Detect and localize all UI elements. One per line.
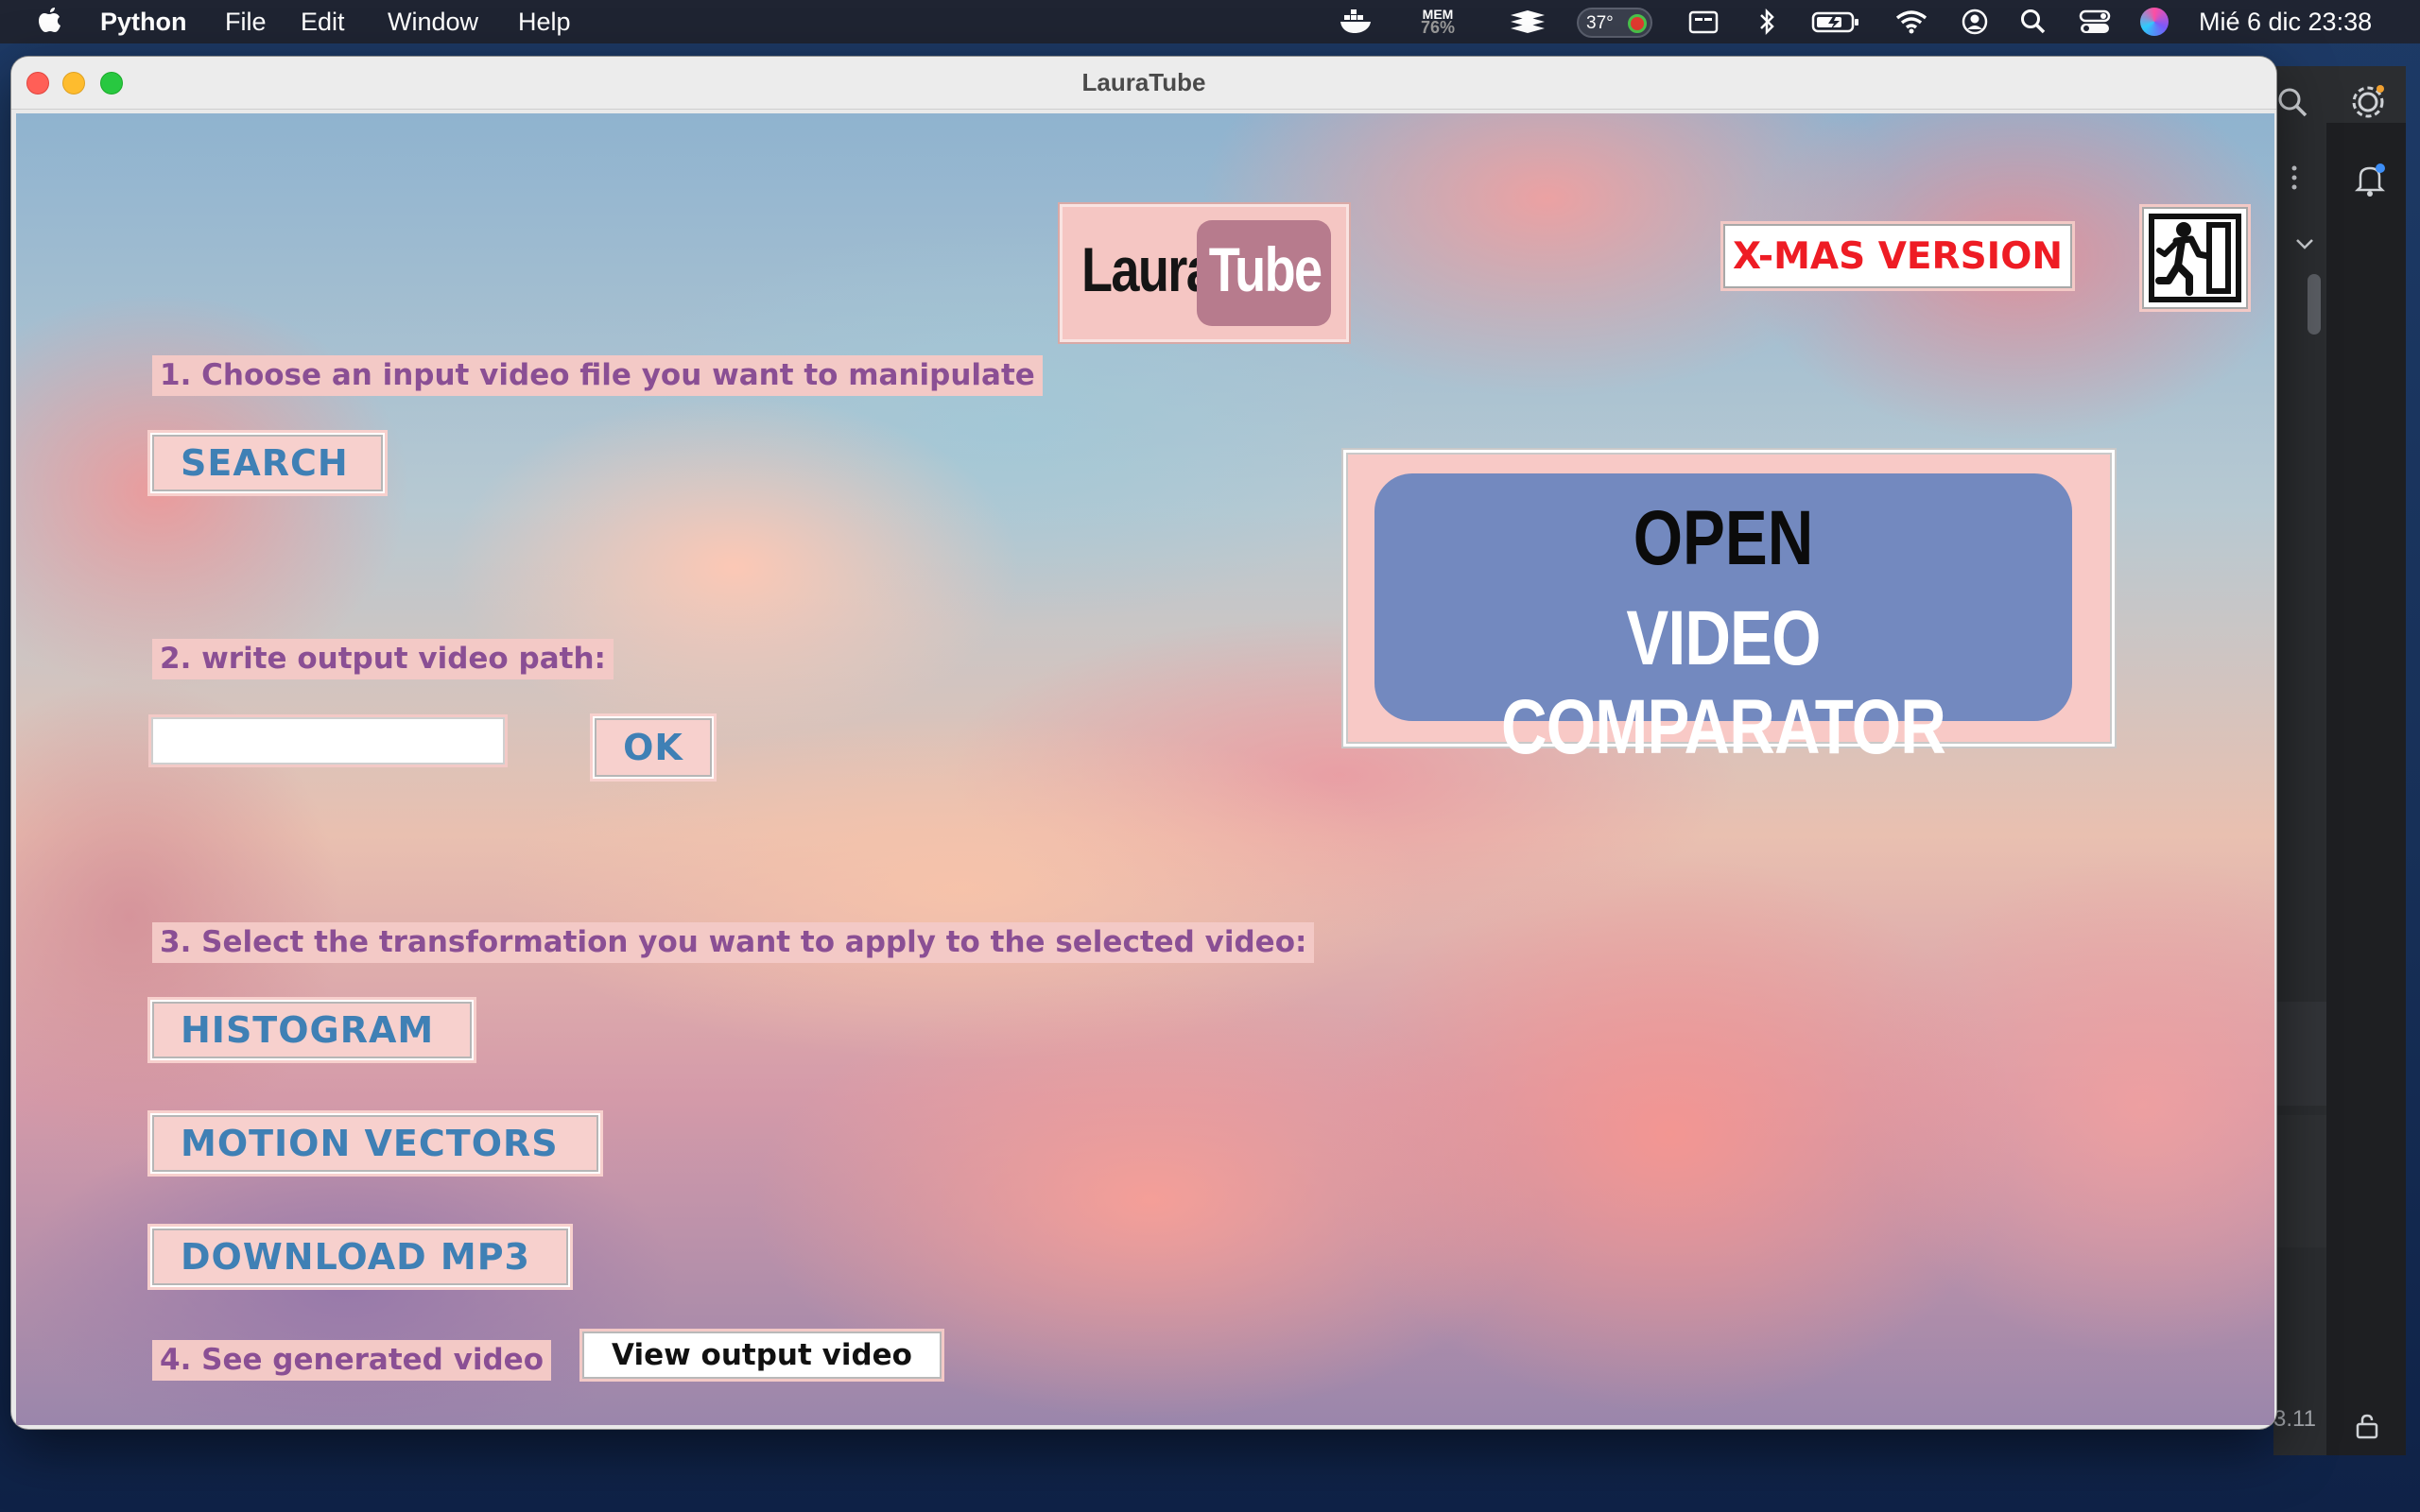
background-ide-window: 3.11 xyxy=(2273,66,2406,1455)
ide-scrollbar[interactable] xyxy=(2308,274,2321,335)
xmas-version-button[interactable]: X-MAS VERSION xyxy=(1720,221,2075,291)
search-button[interactable]: SEARCH xyxy=(147,430,388,496)
download-mp3-button[interactable]: DOWNLOAD MP3 xyxy=(147,1224,573,1290)
open-video-comparator-button[interactable]: OPEN VIDEO COMPARATOR xyxy=(1343,450,2115,770)
siri-icon[interactable] xyxy=(2140,8,2169,36)
settings-gear-icon[interactable] xyxy=(2349,83,2387,121)
wifi-icon[interactable] xyxy=(1894,8,1928,36)
window-title: LauraTube xyxy=(1081,68,1206,96)
logo-text-tube: Tube xyxy=(1208,234,1322,304)
temperature-value: 37° xyxy=(1586,13,1614,33)
ide-panel-band xyxy=(2273,1002,2326,1106)
chevron-down-icon[interactable] xyxy=(2294,236,2315,251)
step3-label: 3. Select the transformation you want to… xyxy=(152,922,1315,963)
spotlight-search-icon[interactable] xyxy=(2019,8,2048,36)
apple-icon[interactable] xyxy=(34,6,64,38)
motion-vectors-button[interactable]: MOTION VECTORS xyxy=(147,1110,603,1177)
app-canvas: Laura Tube X-MAS VERSION 1. Choose an in… xyxy=(16,113,2274,1425)
step1-label: 1. Choose an input video file you want t… xyxy=(152,355,1043,396)
menu-clock[interactable]: Mié 6 dic 23:38 xyxy=(2199,8,2372,37)
user-account-icon[interactable] xyxy=(1961,8,1989,36)
notifications-bell-icon[interactable] xyxy=(2353,161,2387,198)
output-path-input[interactable] xyxy=(148,714,508,767)
docker-icon[interactable] xyxy=(1339,8,1374,36)
view-output-video-button[interactable]: View output video xyxy=(579,1329,944,1382)
comparator-line-open: OPEN xyxy=(1633,495,1814,581)
memory-value: 76% xyxy=(1420,18,1456,37)
comparator-button-face: OPEN VIDEO COMPARATOR xyxy=(1374,473,2072,770)
app-window: LauraTube Laura Tube X-MAS VERSION 1. Ch… xyxy=(11,57,2276,1429)
histogram-button[interactable]: HISTOGRAM xyxy=(147,997,476,1063)
status-dot-icon xyxy=(1628,14,1647,33)
bluetooth-icon[interactable] xyxy=(1756,8,1777,36)
step4-label: 4. See generated video xyxy=(152,1340,551,1381)
lock-icon[interactable] xyxy=(2353,1412,2381,1440)
control-center-icon[interactable] xyxy=(2078,8,2112,36)
comparator-line-video-comparator: VIDEO COMPARATOR xyxy=(1501,595,1946,770)
ok-button[interactable]: OK xyxy=(590,713,717,782)
temperature-widget[interactable]: 37° xyxy=(1577,8,1652,38)
window-icon[interactable] xyxy=(1688,8,1719,36)
menu-window[interactable]: Window xyxy=(388,8,478,37)
memory-indicator[interactable]: MEM 76% xyxy=(1412,8,1463,36)
window-titlebar[interactable]: LauraTube xyxy=(11,57,2276,110)
menu-edit[interactable]: Edit xyxy=(301,8,345,37)
python-version-label[interactable]: 3.11 xyxy=(2273,1406,2316,1433)
ide-panel-band xyxy=(2273,1115,2326,1247)
lauratube-logo: Laura Tube xyxy=(1060,204,1349,342)
menu-file[interactable]: File xyxy=(225,8,267,37)
exit-icon xyxy=(2149,214,2241,302)
exit-button[interactable] xyxy=(2139,204,2251,312)
ide-side-panel xyxy=(2326,123,2406,1455)
stack-icon[interactable] xyxy=(1507,8,1548,36)
more-options-icon[interactable] xyxy=(2289,161,2300,195)
menu-help[interactable]: Help xyxy=(518,8,571,37)
search-icon[interactable] xyxy=(2275,85,2309,119)
app-menu-python[interactable]: Python xyxy=(100,8,187,37)
step2-label: 2. write output video path: xyxy=(152,639,614,679)
battery-icon[interactable] xyxy=(1811,8,1860,36)
logo-text-laura: Laura xyxy=(1081,234,1215,304)
menu-bar: Python File Edit Window Help MEM 76% 37° xyxy=(0,0,2420,43)
